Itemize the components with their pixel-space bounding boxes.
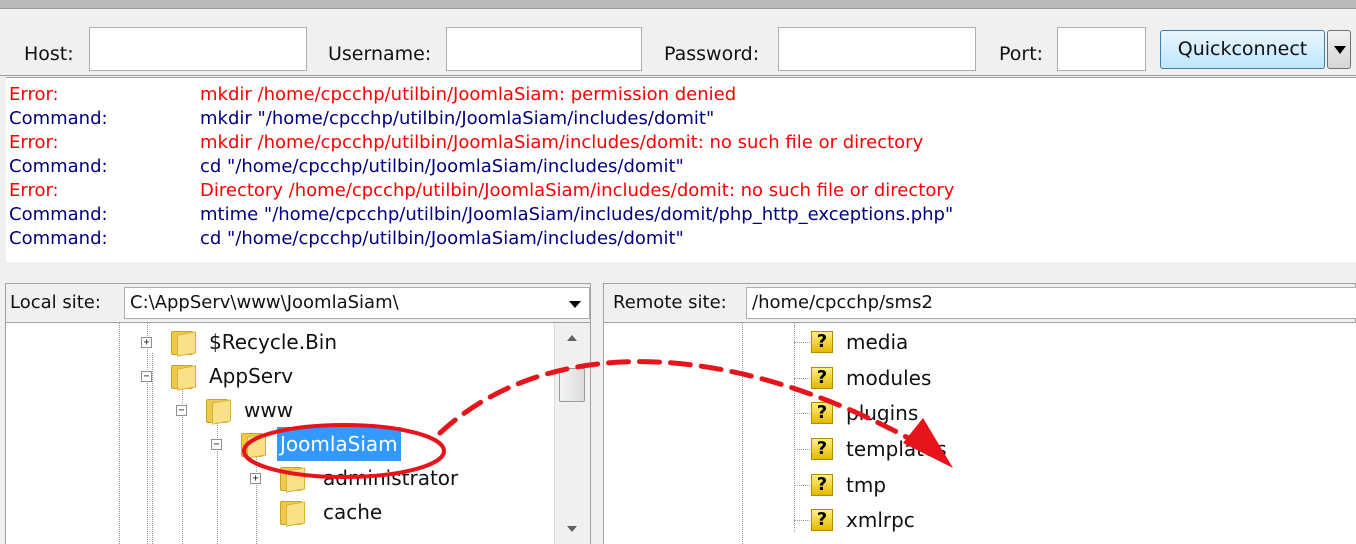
- quickconnect-bar: Host: Username: Password: Port: Quickcon…: [0, 9, 1356, 76]
- collapse-icon[interactable]: −: [211, 439, 222, 450]
- tree-guide-line: [147, 323, 148, 544]
- local-path-combobox[interactable]: C:\AppServ\www\JoomlaSiam\: [124, 287, 590, 319]
- local-tree-scrollbar[interactable]: [554, 323, 590, 544]
- password-label: Password:: [664, 43, 760, 65]
- quickconnect-button[interactable]: Quickconnect: [1160, 30, 1325, 69]
- folder-icon: [280, 501, 305, 527]
- port-input[interactable]: [1057, 27, 1146, 71]
- folder-icon: [171, 365, 196, 391]
- tree-item-label: plugins: [846, 401, 919, 425]
- scrollbar-thumb[interactable]: [559, 368, 585, 402]
- local-site-label: Local site:: [10, 292, 101, 313]
- host-input[interactable]: [89, 27, 307, 71]
- port-label: Port:: [999, 43, 1044, 65]
- local-directory-tree[interactable]: + $Recycle.Bin − AppServ − www − JoomlaS…: [5, 323, 591, 544]
- folder-icon: [171, 331, 196, 357]
- tree-guide-line: [794, 323, 795, 532]
- remote-site-label: Remote site:: [613, 292, 727, 313]
- remote-path-combobox[interactable]: /home/cpcchp/sms2: [746, 287, 1356, 319]
- username-input[interactable]: [446, 27, 642, 71]
- folder-icon: [241, 433, 266, 459]
- tree-item-label: cache: [323, 500, 383, 524]
- tree-guide-line: [256, 455, 257, 544]
- remote-directory-tree[interactable]: ? media ? modules ? plugins ? templates …: [603, 323, 1356, 544]
- expand-icon[interactable]: +: [250, 473, 261, 484]
- tree-item-label: tmp: [846, 473, 887, 497]
- username-label: Username:: [328, 43, 432, 65]
- unknown-folder-icon: ?: [811, 367, 833, 389]
- unknown-folder-icon: ?: [811, 509, 833, 531]
- tree-guide-line: [119, 323, 120, 544]
- chevron-down-icon: [1334, 46, 1346, 54]
- password-input[interactable]: [778, 27, 976, 71]
- folder-icon: [206, 399, 231, 425]
- tree-item-label: AppServ: [209, 364, 294, 388]
- host-label: Host:: [24, 43, 74, 65]
- scroll-up-icon[interactable]: [567, 335, 577, 341]
- chevron-down-icon[interactable]: [569, 301, 581, 308]
- tree-item-label: templates: [846, 437, 947, 461]
- collapse-icon[interactable]: −: [176, 405, 187, 416]
- title-strip: [0, 0, 1356, 9]
- tree-guide-line: [742, 323, 743, 544]
- message-log[interactable]: Error: mkdir /home/cpcchp/utilbin/JoomlaS…: [6, 77, 1356, 262]
- unknown-folder-icon: ?: [811, 474, 833, 496]
- tree-item-label: xmlrpc: [846, 508, 915, 532]
- unknown-folder-icon: ?: [811, 402, 833, 424]
- collapse-icon[interactable]: −: [141, 371, 152, 382]
- tree-item-label: www: [244, 398, 294, 422]
- unknown-folder-icon: ?: [811, 438, 833, 460]
- remote-path-value: /home/cpcchp/sms2: [752, 292, 933, 313]
- pane-splitter[interactable]: [0, 262, 1356, 280]
- quickconnect-dropdown-button[interactable]: [1327, 30, 1351, 69]
- scroll-down-icon[interactable]: [567, 526, 577, 532]
- unknown-folder-icon: ?: [811, 331, 833, 353]
- remote-site-bar: Remote site: /home/cpcchp/sms2: [603, 283, 1356, 323]
- tree-item-label: modules: [846, 366, 932, 390]
- expand-icon[interactable]: +: [141, 337, 152, 348]
- tree-item-label: administrator: [323, 466, 459, 490]
- local-path-value: C:\AppServ\www\JoomlaSiam\: [130, 292, 399, 313]
- tree-item-label-selected: JoomlaSiam: [277, 427, 401, 461]
- folder-icon: [280, 467, 305, 493]
- tree-guide-line: [152, 353, 153, 544]
- local-site-bar: Local site: C:\AppServ\www\JoomlaSiam\: [5, 283, 591, 323]
- tree-item-label: $Recycle.Bin: [209, 330, 338, 354]
- tree-item-label: media: [846, 330, 909, 354]
